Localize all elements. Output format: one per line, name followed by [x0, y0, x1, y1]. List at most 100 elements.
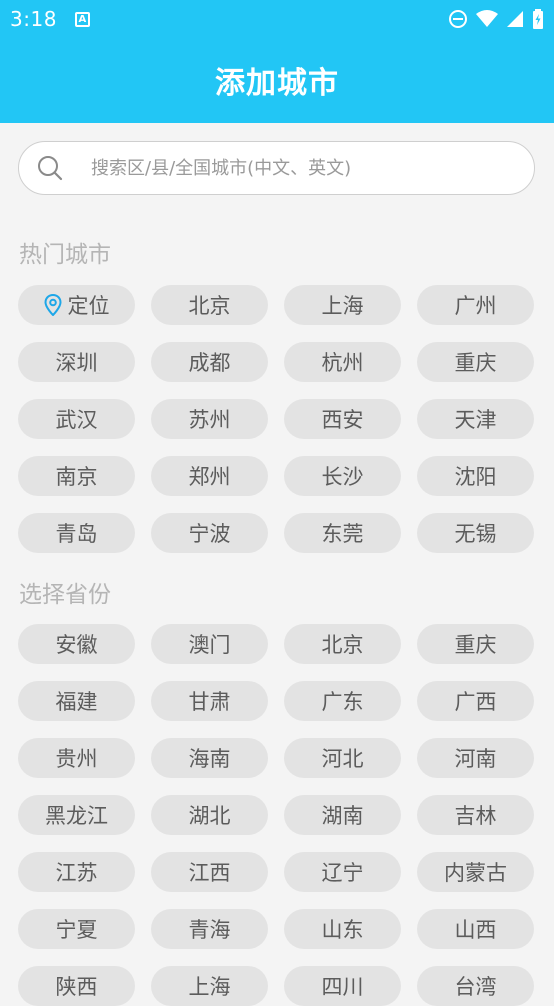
search-input[interactable] — [89, 147, 513, 189]
province-chip[interactable]: 辽宁 — [284, 852, 401, 892]
hot-city-chip-label: 长沙 — [321, 465, 364, 489]
province-chip-label: 澳门 — [188, 633, 231, 657]
province-chip-label: 河北 — [321, 747, 364, 771]
hot-city-chip[interactable]: 武汉 — [18, 399, 135, 439]
province-chip[interactable]: 陕西 — [18, 966, 135, 1006]
province-chip[interactable]: 山西 — [417, 909, 534, 949]
signal-icon — [507, 11, 523, 27]
province-chip-label: 上海 — [188, 975, 231, 999]
hot-city-chip[interactable]: 北京 — [151, 285, 268, 325]
province-chip[interactable]: 安徽 — [18, 624, 135, 664]
province-chip[interactable]: 江西 — [151, 852, 268, 892]
province-chip[interactable]: 贵州 — [18, 738, 135, 778]
hot-city-chip-label: 成都 — [188, 351, 231, 375]
hot-city-chip[interactable]: 广州 — [417, 285, 534, 325]
page-title: 添加城市 — [215, 66, 339, 101]
provinces-title: 选择省份 — [19, 582, 111, 608]
hot-city-chip[interactable]: 天津 — [417, 399, 534, 439]
province-chip[interactable]: 重庆 — [417, 624, 534, 664]
hot-city-chip-label: 定位 — [67, 294, 110, 318]
hot-city-chip[interactable]: 苏州 — [151, 399, 268, 439]
hot-city-chip-label: 郑州 — [188, 465, 231, 489]
hot-city-chip-label: 青岛 — [55, 522, 98, 546]
province-chip[interactable]: 湖南 — [284, 795, 401, 835]
province-chip[interactable]: 黑龙江 — [18, 795, 135, 835]
province-chip-label: 江西 — [188, 861, 231, 885]
hot-city-chip[interactable]: 东莞 — [284, 513, 401, 553]
province-chip[interactable]: 江苏 — [18, 852, 135, 892]
hot-city-chip-label: 武汉 — [55, 408, 98, 432]
provinces-grid: 安徽 澳门 北京 重庆福建 甘肃 广东 广西贵州 海南 河北 河南黑龙江 湖北 湖南 吉林江苏 江西 辽宁 内… — [18, 624, 535, 1006]
province-chip-label: 河南 — [454, 747, 497, 771]
hot-city-chip[interactable]: 无锡 — [417, 513, 534, 553]
province-chip[interactable]: 河北 — [284, 738, 401, 778]
hot-city-chip[interactable]: 长沙 — [284, 456, 401, 496]
hot-city-chip-label: 天津 — [454, 408, 497, 432]
hot-city-chip-label: 北京 — [188, 294, 231, 318]
province-chip[interactable]: 广东 — [284, 681, 401, 721]
hot-city-chip[interactable]: 杭州 — [284, 342, 401, 382]
hot-city-chip[interactable]: 重庆 — [417, 342, 534, 382]
hot-city-chip[interactable]: 深圳 — [18, 342, 135, 382]
hot-city-chip[interactable]: 沈阳 — [417, 456, 534, 496]
province-chip[interactable]: 台湾 — [417, 966, 534, 1006]
province-chip[interactable]: 广西 — [417, 681, 534, 721]
province-chip-label: 广西 — [454, 690, 497, 714]
hot-cities-title: 热门城市 — [19, 242, 111, 268]
hot-city-chip-label: 南京 — [55, 465, 98, 489]
province-chip-label: 内蒙古 — [444, 861, 507, 885]
hot-city-chip-label: 重庆 — [454, 351, 497, 375]
province-chip-label: 湖北 — [188, 804, 231, 828]
province-chip[interactable]: 吉林 — [417, 795, 534, 835]
province-chip-label: 湖南 — [321, 804, 364, 828]
province-chip[interactable]: 福建 — [18, 681, 135, 721]
province-chip-label: 广东 — [321, 690, 364, 714]
province-chip-label: 贵州 — [55, 747, 98, 771]
province-chip[interactable]: 四川 — [284, 966, 401, 1006]
province-chip-label: 青海 — [188, 918, 231, 942]
province-chip[interactable]: 甘肃 — [151, 681, 268, 721]
app-header: 3:18 A 添加城市 — [0, 0, 554, 123]
hot-city-chip-label: 广州 — [454, 294, 497, 318]
hot-city-chip[interactable]: 南京 — [18, 456, 135, 496]
hot-city-chip[interactable]: 西安 — [284, 399, 401, 439]
province-chip[interactable]: 上海 — [151, 966, 268, 1006]
province-chip[interactable]: 湖北 — [151, 795, 268, 835]
battery-icon — [533, 9, 543, 29]
hot-city-chip-label: 深圳 — [55, 351, 98, 375]
province-chip[interactable]: 北京 — [284, 624, 401, 664]
province-chip-label: 北京 — [321, 633, 364, 657]
province-chip-label: 陕西 — [55, 975, 98, 999]
hot-city-chip-label: 苏州 — [188, 408, 231, 432]
province-chip[interactable]: 河南 — [417, 738, 534, 778]
search-bar[interactable] — [18, 141, 535, 195]
province-chip[interactable]: 青海 — [151, 909, 268, 949]
province-chip[interactable]: 内蒙古 — [417, 852, 534, 892]
hot-city-chip-label: 无锡 — [454, 522, 497, 546]
hot-city-chip-label: 宁波 — [188, 522, 231, 546]
province-chip-label: 海南 — [188, 747, 231, 771]
notification-icon: A — [74, 11, 90, 27]
hot-city-chip[interactable]: 郑州 — [151, 456, 268, 496]
wifi-icon — [476, 10, 498, 27]
hot-city-chip[interactable]: 宁波 — [151, 513, 268, 553]
locate-chip[interactable]: 定位 — [18, 285, 135, 325]
hot-city-chip-label: 沈阳 — [454, 465, 497, 489]
province-chip-label: 台湾 — [454, 975, 497, 999]
province-chip[interactable]: 宁夏 — [18, 909, 135, 949]
province-chip-label: 安徽 — [55, 633, 98, 657]
search-icon — [38, 156, 63, 181]
province-chip-label: 江苏 — [55, 861, 98, 885]
province-chip-label: 宁夏 — [55, 918, 98, 942]
hot-city-chip-label: 东莞 — [321, 522, 364, 546]
hot-city-chip-label: 西安 — [321, 408, 364, 432]
province-chip[interactable]: 山东 — [284, 909, 401, 949]
hot-city-chip-label: 杭州 — [321, 351, 364, 375]
province-chip[interactable]: 澳门 — [151, 624, 268, 664]
hot-city-chip[interactable]: 上海 — [284, 285, 401, 325]
hot-city-chip[interactable]: 青岛 — [18, 513, 135, 553]
status-bar: 3:18 A — [0, 0, 554, 38]
hot-city-chip[interactable]: 成都 — [151, 342, 268, 382]
province-chip-label: 四川 — [321, 975, 364, 999]
province-chip[interactable]: 海南 — [151, 738, 268, 778]
